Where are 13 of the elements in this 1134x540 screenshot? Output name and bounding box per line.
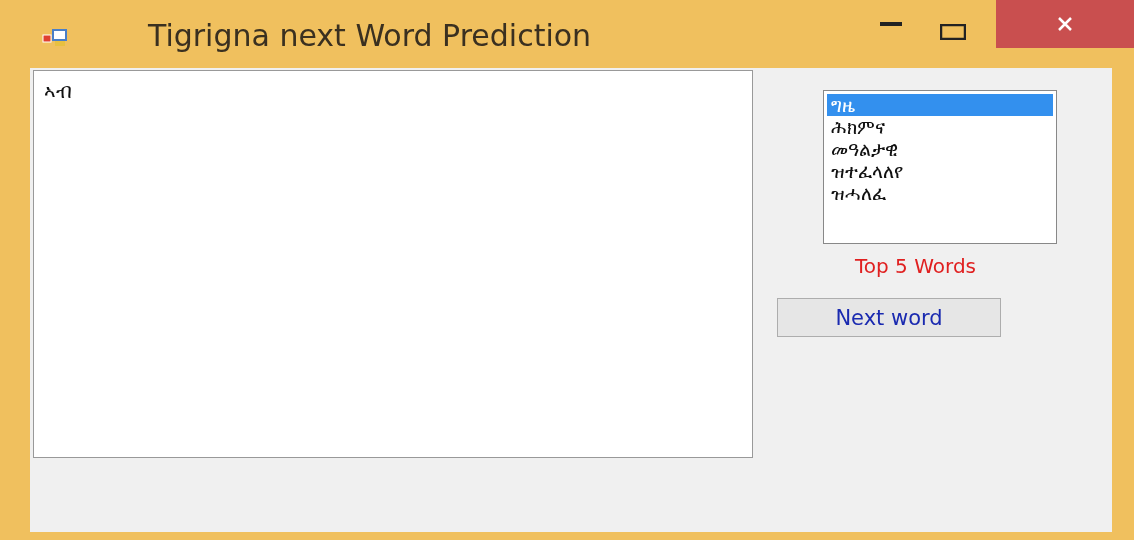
minimize-icon [880, 22, 902, 26]
suggestion-item[interactable]: ሕክምና [827, 116, 1053, 138]
suggestion-item[interactable]: መዓልታዊ [827, 138, 1053, 160]
suggestion-item[interactable]: ዝተፈላለየ [827, 160, 1053, 182]
next-word-button[interactable]: Next word [777, 298, 1001, 337]
window-title: Tigrigna next Word Prediction [148, 18, 592, 53]
suggestion-item[interactable]: ዝሓለፈ [827, 182, 1053, 204]
list-caption: Top 5 Words [855, 254, 976, 278]
text-input[interactable]: ኣብ [33, 70, 753, 458]
app-icon [42, 28, 68, 48]
close-icon [1057, 17, 1073, 31]
maximize-icon [940, 24, 966, 40]
suggestion-list[interactable]: ግዜ ሕክምና መዓልታዊ ዝተፈላለየ ዝሓለፈ [823, 90, 1057, 244]
